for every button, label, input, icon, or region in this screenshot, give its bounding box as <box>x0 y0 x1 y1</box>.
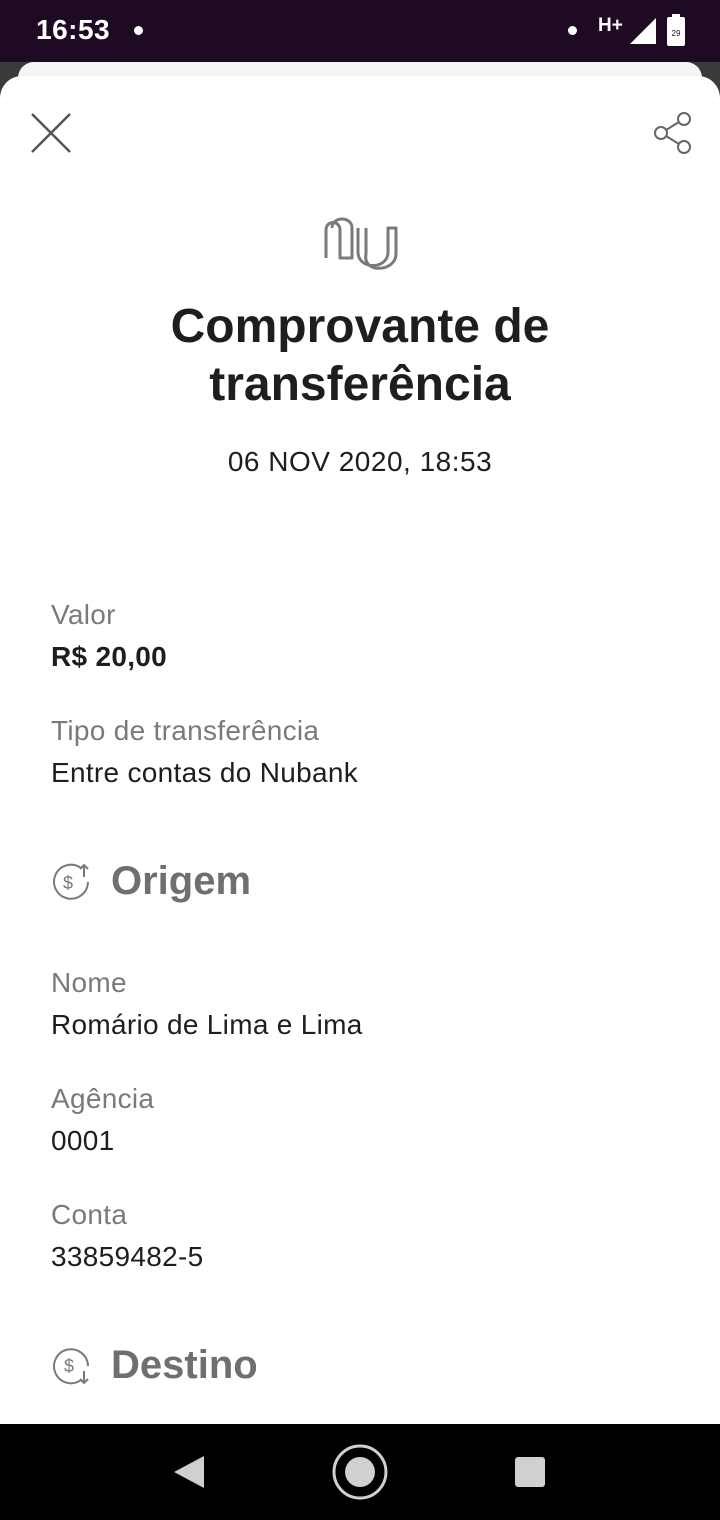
status-bar: 16:53 H+ 29 <box>0 0 720 62</box>
origem-title: Origem <box>111 859 252 903</box>
nome-field: Nome Romário de Lima e Lima <box>51 966 671 1042</box>
signal-icon <box>630 18 656 44</box>
battery-icon: 29 <box>667 14 685 46</box>
destino-section-header: $ Destino <box>51 1342 671 1388</box>
tipo-label: Tipo de transferência <box>51 715 320 746</box>
receipt-date: 06 NOV 2020, 18:53 <box>227 446 493 477</box>
origem-section-header: $ Origem <box>51 858 671 904</box>
system-nav-bar <box>0 1424 720 1520</box>
home-icon[interactable] <box>330 1442 390 1502</box>
tipo-field: Tipo de transferência Entre contas do Nu… <box>51 714 671 790</box>
conta-field: Conta 33859482-5 <box>51 1198 671 1274</box>
nubank-logo <box>324 217 398 270</box>
share-icon[interactable] <box>650 110 696 156</box>
receipt-title: Comprovante de transferência <box>170 300 550 411</box>
network-type: H+ <box>598 15 623 36</box>
nome-label: Nome <box>51 967 127 998</box>
status-dot <box>568 26 577 35</box>
battery-level: 29 <box>672 29 681 38</box>
close-icon[interactable] <box>26 108 76 158</box>
money-down-icon: $ <box>53 1348 89 1385</box>
valor-label: Valor <box>51 599 116 630</box>
valor-field: Valor R$ 20,00 <box>51 598 671 674</box>
money-up-icon: $ <box>53 863 89 900</box>
svg-text:$: $ <box>63 873 73 893</box>
receipt-sheet: Comprovante de transferência 06 NOV 2020… <box>0 76 720 1424</box>
tipo-value: Entre contas do Nubank <box>51 757 359 788</box>
nome-value: Romário de Lima e Lima <box>51 1009 363 1040</box>
destino-title: Destino <box>111 1343 258 1387</box>
agencia-value: 0001 <box>51 1125 115 1156</box>
status-time: 16:53 <box>36 14 111 45</box>
agencia-label: Agência <box>51 1083 155 1114</box>
conta-value: 33859482-5 <box>51 1241 204 1272</box>
recent-apps-icon[interactable] <box>514 1456 546 1488</box>
back-icon[interactable] <box>172 1454 206 1490</box>
conta-label: Conta <box>51 1199 128 1230</box>
notification-dot <box>134 26 143 35</box>
agencia-field: Agência 0001 <box>51 1082 671 1158</box>
valor-value: R$ 20,00 <box>51 641 168 672</box>
svg-text:$: $ <box>64 1356 74 1376</box>
